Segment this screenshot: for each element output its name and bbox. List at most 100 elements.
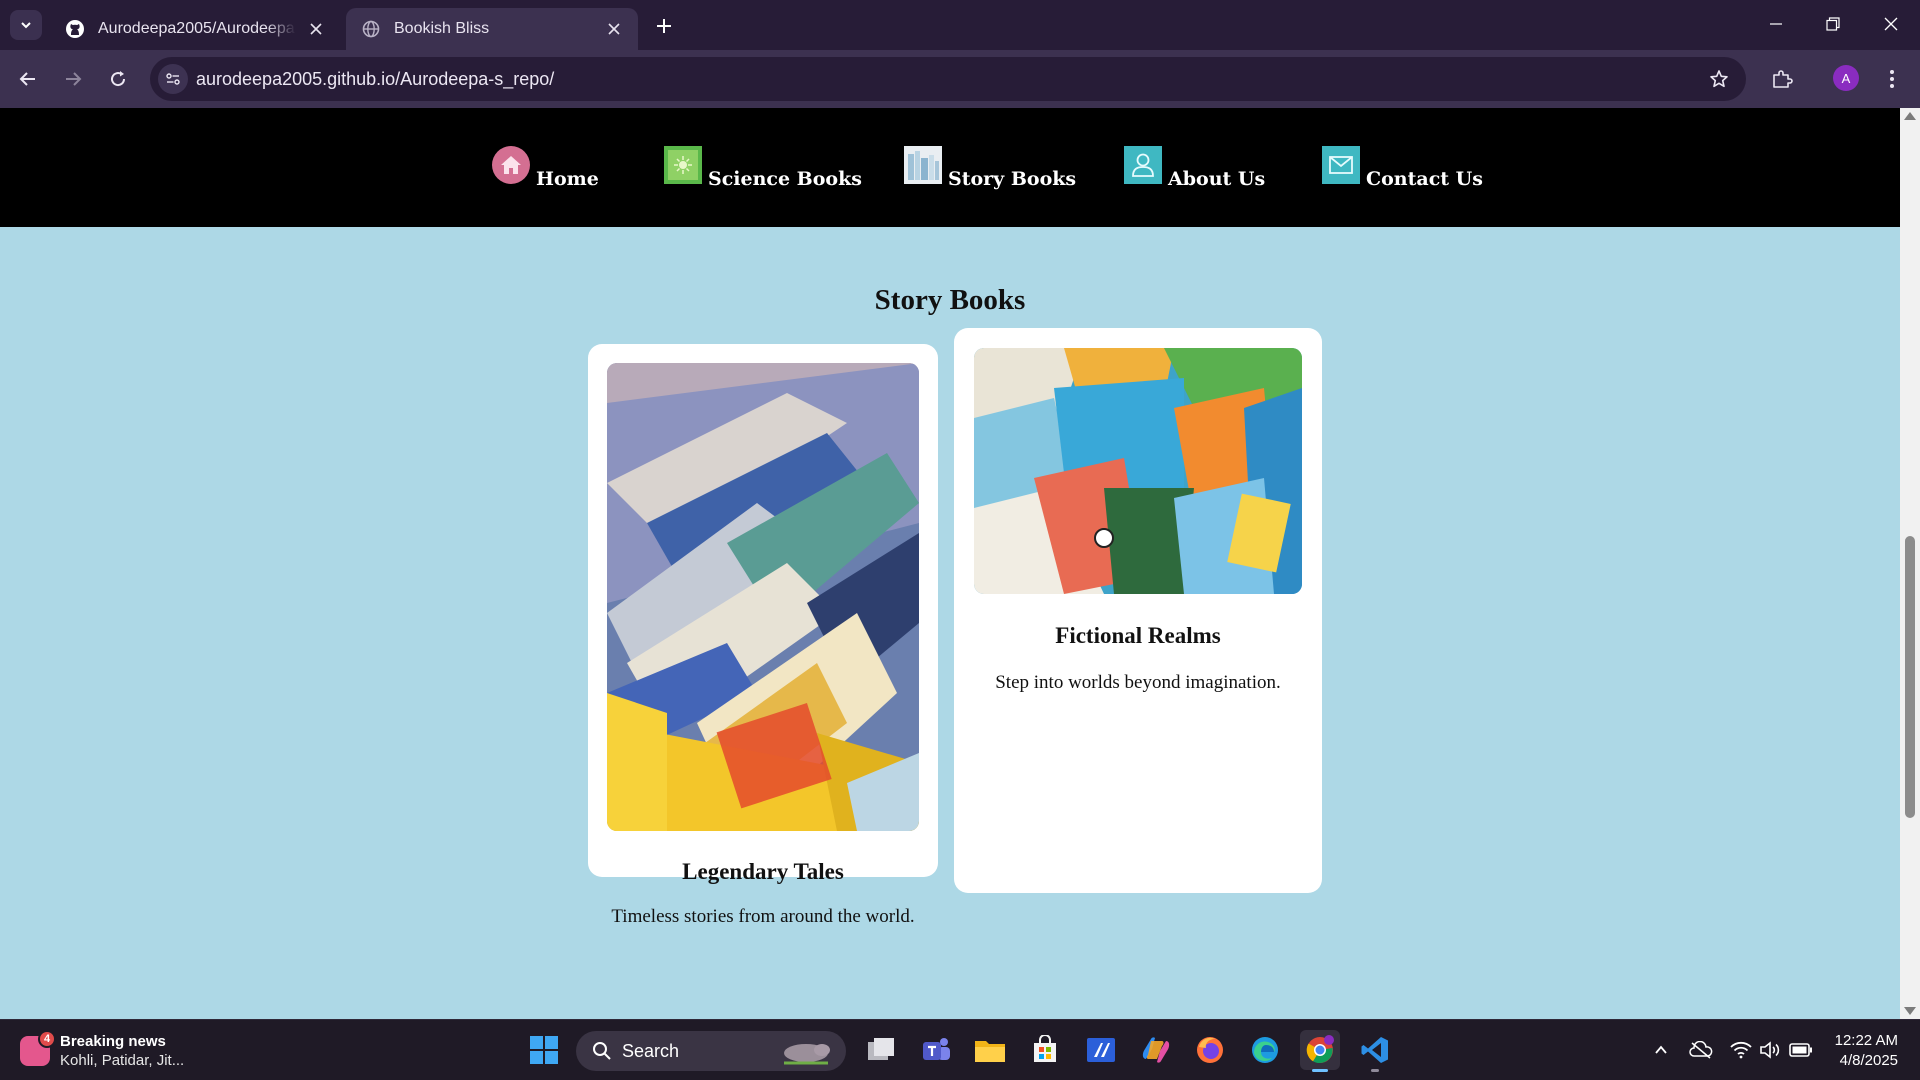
chrome-button[interactable] [1300,1030,1340,1072]
firefox-icon [1197,1037,1223,1063]
nav-about-us[interactable]: About Us [1124,146,1265,190]
scroll-down-icon[interactable] [1904,1007,1916,1015]
back-button[interactable] [12,63,44,95]
file-explorer-button[interactable] [970,1030,1010,1070]
site-navigation: Home Science Books Story Books About Us [0,108,1900,227]
task-view-icon [868,1038,894,1060]
book-bin-photo [607,363,919,831]
nav-story-books[interactable]: Story Books [904,146,1076,190]
onedrive-icon[interactable] [1689,1038,1713,1062]
show-hidden-icons-button[interactable] [1649,1038,1673,1062]
taskbar-search[interactable]: Search [576,1031,846,1071]
browser-tab-bookish-bliss[interactable]: Bookish Bliss [346,8,638,50]
arrow-right-icon [66,72,82,86]
browser-toolbar: aurodeepa2005.github.io/Aurodeepa-s_repo… [0,50,1920,108]
bookmark-star-icon[interactable] [1706,66,1732,92]
nav-contact-us[interactable]: Contact Us [1322,146,1483,190]
url-text[interactable]: aurodeepa2005.github.io/Aurodeepa-s_repo… [196,69,554,90]
address-bar[interactable]: aurodeepa2005.github.io/Aurodeepa-s_repo… [150,57,1746,101]
wifi-icon[interactable] [1729,1038,1753,1062]
visual-studio-button[interactable] [1081,1030,1121,1070]
battery-icon[interactable] [1789,1038,1813,1062]
task-view-button[interactable] [861,1030,901,1070]
restore-button[interactable] [1813,8,1853,40]
news-headline: Breaking news [60,1033,166,1050]
windows-taskbar: 4 Breaking news Kohli, Patidar, Jit... S… [0,1019,1920,1080]
minimize-button[interactable] [1756,8,1796,40]
mail-icon [1322,146,1360,184]
search-highlight-icon [784,1044,830,1065]
arrow-left-icon [19,72,35,86]
chevron-up-icon [1655,1045,1667,1054]
nav-home[interactable]: Home [492,146,599,190]
tab-title: Bookish Bliss [394,20,490,37]
new-tab-button[interactable] [650,12,678,40]
card-title: Legendary Tales [682,859,844,884]
nav-science-books[interactable]: Science Books [664,146,862,190]
start-button[interactable] [524,1030,564,1070]
story-icon [904,146,942,184]
restore-icon [1826,17,1840,31]
clock-date: 4/8/2025 [1839,1052,1898,1069]
microsoft-store-button[interactable] [1025,1030,1065,1070]
book-card-legendary-tales[interactable]: Legendary Tales Timeless stories from ar… [588,344,938,927]
edge-button[interactable] [1245,1030,1285,1070]
search-icon [593,1042,611,1060]
card-title: Fictional Realms [1055,623,1221,648]
edge-icon [1252,1037,1278,1063]
page-scrollbar[interactable] [1900,108,1920,1019]
copilot-button[interactable] [1136,1030,1176,1070]
code-app-icon [1087,1038,1115,1062]
vscode-icon [1361,1037,1388,1063]
forward-button[interactable] [57,63,89,95]
close-window-button[interactable] [1871,8,1911,40]
firefox-button[interactable] [1190,1030,1230,1070]
windows-logo-icon [530,1036,558,1064]
folder-icon [975,1041,1005,1062]
copilot-icon [1142,1037,1170,1063]
extensions-button[interactable] [1766,63,1798,95]
user-icon [1124,146,1162,184]
teams-button[interactable] [916,1030,956,1070]
close-icon[interactable] [604,19,624,39]
chrome-icon [1306,1035,1334,1064]
chevron-down-icon [21,22,31,29]
scroll-up-icon[interactable] [1904,112,1916,120]
search-label: Search [622,1040,680,1061]
nav-label: Science Books [708,168,862,190]
teams-icon [923,1038,950,1060]
close-icon [1884,17,1898,31]
puzzle-icon [1773,70,1793,88]
nav-label: Home [536,168,599,190]
volume-icon[interactable] [1758,1038,1782,1062]
scrollbar-thumb[interactable] [1905,536,1915,818]
news-icon: 4 [20,1030,56,1066]
browser-menu-button[interactable] [1876,63,1908,95]
vscode-button[interactable] [1355,1030,1395,1072]
home-icon [492,146,530,184]
system-clock[interactable]: 12:22 AM 4/8/2025 [1835,1031,1898,1071]
globe-icon [360,18,382,40]
card-description: Step into worlds beyond imagination. [995,672,1281,693]
news-subline: Kohli, Patidar, Jit... [60,1052,185,1069]
github-icon [64,18,86,40]
picture-books-pile-photo [974,348,1302,594]
site-info-icon[interactable] [158,64,188,94]
browser-tab-strip: Aurodeepa2005/Aurodeepa-s_repo Bookish B… [0,0,1920,50]
store-icon [1034,1035,1056,1062]
tab-title: Aurodeepa2005/Aurodeepa-s_repo [98,20,296,37]
nav-label: About Us [1168,168,1266,190]
reload-icon [111,71,126,87]
tab-search-button[interactable] [10,10,42,40]
more-vertical-icon [1890,70,1894,88]
browser-tab-github[interactable]: Aurodeepa2005/Aurodeepa-s_repo [50,8,340,50]
news-widget[interactable]: 4 Breaking news Kohli, Patidar, Jit... [20,1029,184,1073]
clock-time: 12:22 AM [1834,1032,1898,1049]
running-app-indicator [1371,1069,1379,1072]
profile-avatar[interactable]: A [1833,65,1859,91]
minimize-icon [1770,23,1782,25]
reload-button[interactable] [102,63,134,95]
book-card-fictional-realms[interactable]: Fictional Realms Step into worlds beyond… [954,328,1322,893]
close-icon[interactable] [306,19,326,39]
nav-label: Story Books [948,168,1077,190]
